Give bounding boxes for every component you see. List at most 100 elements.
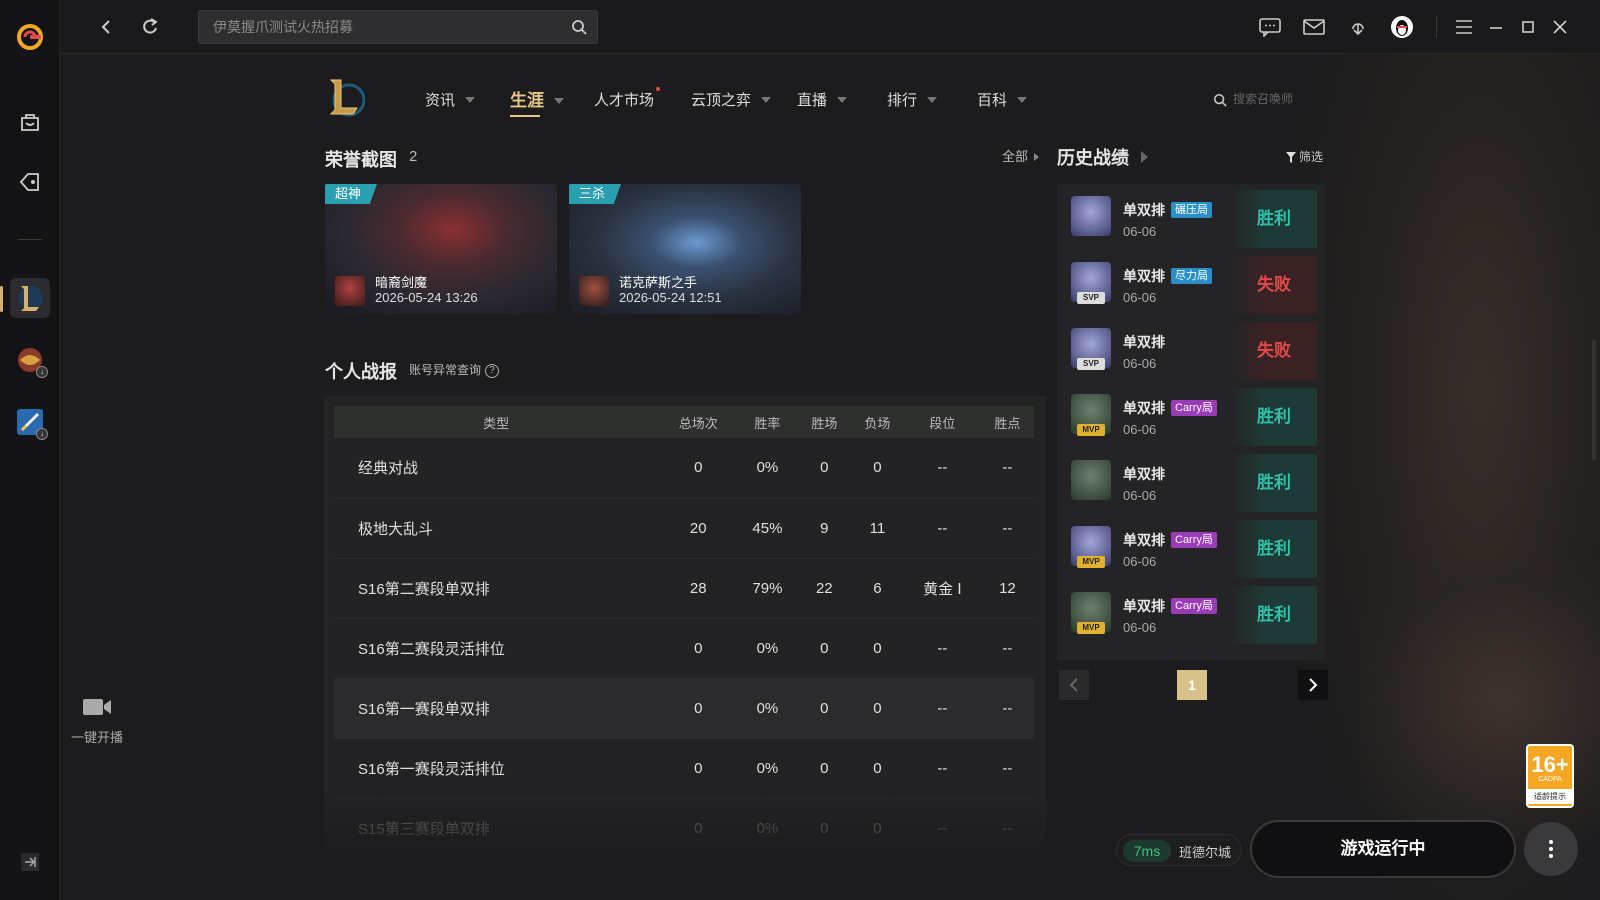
match-item[interactable]: SVP 单双排 06-06 失败	[1065, 322, 1317, 380]
help-icon: ?	[485, 363, 500, 378]
prev-page-button[interactable]	[1059, 670, 1089, 700]
match-item[interactable]: 单双排 06-06 胜利	[1065, 454, 1317, 512]
nav-ranking[interactable]: 排行	[887, 89, 938, 110]
one-click-live-button[interactable]: 一键开播	[62, 696, 132, 746]
refresh-button[interactable]	[138, 15, 162, 39]
match-item[interactable]: MVP 单双排 Carry局 06-06 胜利	[1065, 586, 1317, 644]
match-result: 胜利	[1231, 454, 1317, 512]
cell-rank: 黄金 Ⅰ	[903, 558, 981, 619]
col-header: 胜点	[980, 406, 1034, 438]
user-avatar-button[interactable]	[1390, 15, 1414, 39]
chevron-left-icon	[1069, 678, 1078, 692]
cell-lp: 12	[980, 558, 1034, 619]
nav-tft[interactable]: 云顶之弈	[691, 89, 772, 110]
table-row[interactable]: S16第一赛段单双排 0 0% 0 0 -- --	[334, 678, 1034, 739]
summoner-search[interactable]: 搜索召唤师	[1213, 90, 1293, 107]
match-result: 胜利	[1231, 520, 1317, 578]
chevron-down-icon	[837, 97, 848, 104]
svp-badge: SVP	[1077, 292, 1105, 304]
champion-name: 诺克萨斯之手	[619, 275, 698, 290]
sidebar-game-3[interactable]: ↓	[10, 402, 50, 442]
chat-button[interactable]	[1258, 15, 1282, 39]
sidebar-game-2[interactable]: ↓	[10, 340, 50, 380]
cell-lp: --	[980, 618, 1034, 679]
match-tag: 碾压局	[1171, 202, 1212, 218]
cell-total: 28	[659, 558, 738, 619]
match-date: 06-06	[1123, 620, 1157, 635]
league-logo-icon[interactable]	[327, 76, 365, 120]
age-rating-text: 适龄提示	[1528, 789, 1572, 804]
mvp-badge: MVP	[1077, 556, 1105, 568]
more-vertical-icon	[1549, 840, 1553, 858]
filter-button[interactable]: 筛选	[1286, 148, 1323, 165]
nav-wiki[interactable]: 百科	[977, 89, 1028, 110]
cell-wins: 0	[797, 438, 851, 499]
view-all-link[interactable]: 全部	[1002, 146, 1040, 165]
chevron-down-icon	[1017, 97, 1028, 104]
honor-shot-card[interactable]: 三杀 诺克萨斯之手 2026-05-24 12:51	[569, 184, 801, 314]
nav-career[interactable]: 生涯	[510, 86, 564, 117]
server-status[interactable]: 7ms 班德尔城	[1116, 834, 1242, 866]
next-page-button[interactable]	[1298, 670, 1328, 700]
col-header: 类型	[334, 406, 660, 438]
nav-talent-market[interactable]: 人才市场	[594, 87, 661, 110]
search-icon[interactable]	[571, 19, 587, 35]
account-anomaly-link[interactable]: 账号异常查询?	[409, 361, 500, 378]
cell-wins: 0	[797, 618, 851, 679]
page-number-button[interactable]: 1	[1177, 670, 1207, 700]
sidebar-game-lol[interactable]	[10, 278, 50, 318]
table-row: S16第二赛段单双排 28 79% 22 6 黄金 Ⅰ 12	[334, 558, 1034, 619]
download-button[interactable]	[1346, 15, 1370, 39]
cell-total: 0	[659, 438, 738, 499]
age-rating-number: 16+	[1531, 752, 1569, 777]
cell-wins: 9	[797, 498, 851, 559]
svp-badge: SVP	[1077, 358, 1105, 370]
nav-live[interactable]: 直播	[797, 89, 848, 110]
honor-shot-card[interactable]: 超神 暗裔剑魔 2026-05-24 13:26	[325, 184, 557, 314]
collapse-sidebar-icon[interactable]	[20, 852, 40, 872]
more-options-button[interactable]	[1524, 822, 1578, 876]
caret-right-icon[interactable]	[1141, 151, 1148, 163]
match-item[interactable]: MVP 单双排 Carry局 06-06 胜利	[1065, 388, 1317, 446]
top-search-input[interactable]	[211, 11, 551, 43]
top-bar	[60, 0, 1600, 54]
chevron-down-icon	[761, 97, 772, 104]
top-search-box[interactable]	[198, 10, 598, 44]
maximize-button[interactable]	[1516, 15, 1540, 39]
hamburger-menu-icon	[1456, 20, 1472, 34]
cell-winrate: 0%	[737, 738, 798, 799]
cell-rank: --	[903, 798, 981, 856]
back-button[interactable]	[94, 15, 118, 39]
cell-winrate: 45%	[737, 498, 798, 559]
match-date: 06-06	[1123, 290, 1157, 305]
chevron-left-icon	[101, 20, 110, 34]
scrollbar[interactable]	[1592, 340, 1596, 460]
store-bag-icon[interactable]	[14, 106, 46, 138]
shot-time: 2026-05-24 13:26	[375, 290, 478, 305]
cell-losses: 0	[850, 738, 904, 799]
match-item[interactable]: SVP 单双排 尽力局 06-06 失败	[1065, 256, 1317, 314]
match-item[interactable]: 单双排 碾压局 06-06 胜利	[1065, 190, 1317, 248]
cell-winrate: 0%	[737, 798, 798, 856]
history-title[interactable]: 历史战绩	[1057, 144, 1129, 170]
cell-type: S16第一赛段单双排	[334, 678, 660, 739]
chevron-down-icon	[927, 97, 938, 104]
cell-type: 极地大乱斗	[334, 498, 660, 559]
shot-time: 2026-05-24 12:51	[619, 290, 722, 305]
match-item[interactable]: MVP 单双排 Carry局 06-06 胜利	[1065, 520, 1317, 578]
minimize-icon	[1490, 27, 1502, 29]
tag-discount-icon[interactable]	[14, 166, 46, 198]
match-result: 失败	[1231, 322, 1317, 380]
match-date: 06-06	[1123, 488, 1157, 503]
game-running-button[interactable]: 游戏运行中	[1250, 820, 1516, 878]
match-tag: Carry局	[1171, 532, 1217, 548]
active-underline	[510, 115, 540, 117]
nav-news[interactable]: 资讯	[425, 89, 476, 110]
match-tag: 尽力局	[1171, 268, 1212, 284]
server-name: 班德尔城	[1179, 845, 1232, 860]
minimize-button[interactable]	[1484, 15, 1508, 39]
menu-button[interactable]	[1452, 15, 1476, 39]
mail-button[interactable]	[1302, 15, 1326, 39]
video-camera-icon	[83, 699, 111, 715]
close-button[interactable]	[1548, 15, 1572, 39]
